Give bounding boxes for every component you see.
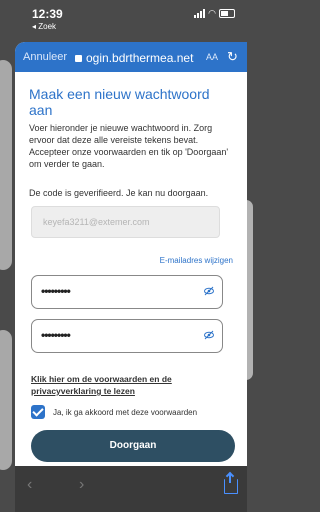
change-email-link[interactable]: E-mailadres wijzigen: [29, 256, 233, 265]
browser-toolbar: ‹ ›: [15, 466, 247, 512]
browser-navbar: Annuleer ogin.bdrthermea.net AA ↻: [15, 42, 247, 72]
password-value: •••••••••: [41, 284, 71, 298]
agree-checkbox[interactable]: [31, 405, 45, 419]
email-field: keyefa3211@extemer.com: [31, 206, 220, 238]
hide-password-icon[interactable]: [204, 286, 214, 296]
browser-sheet: Annuleer ogin.bdrthermea.net AA ↻ Maak e…: [15, 42, 247, 512]
background-app-card: [0, 60, 12, 270]
verification-message: De code is geverifieerd. Je kan nu doorg…: [29, 188, 209, 198]
signal-icon: [194, 9, 206, 18]
battery-icon: [219, 9, 235, 18]
page-content: Maak een nieuw wachtwoord aan Voer hiero…: [15, 86, 247, 419]
agree-row[interactable]: Ja, ik ga akkoord met deze voorwaarden: [31, 405, 233, 419]
back-icon[interactable]: ‹: [27, 476, 32, 494]
new-password-input[interactable]: •••••••••: [31, 275, 223, 309]
confirm-password-input[interactable]: •••••••••: [31, 319, 223, 353]
system-icons: ◠: [194, 8, 235, 19]
page-title: Maak een nieuw wachtwoord aan: [29, 86, 210, 118]
share-icon[interactable]: [224, 473, 238, 494]
wifi-icon: ◠: [208, 8, 216, 18]
intro-text: Voer hieronder je nieuwe wachtwoord in. …: [29, 123, 229, 169]
reload-icon[interactable]: ↻: [227, 49, 238, 65]
hide-password-icon[interactable]: [204, 330, 214, 340]
cancel-button[interactable]: Annuleer: [23, 51, 67, 63]
continue-button[interactable]: Doorgaan: [31, 430, 235, 462]
status-bar: 12:39 ◂ Zoek ◠: [0, 0, 247, 34]
confirm-password-value: •••••••••: [41, 328, 71, 342]
lock-icon: [75, 55, 82, 63]
agree-label: Ja, ik ga akkoord met deze voorwaarden: [53, 407, 198, 417]
status-time: 12:39: [32, 7, 63, 21]
url-bar[interactable]: ogin.bdrthermea.net: [75, 51, 193, 65]
back-to-app-link[interactable]: ◂ Zoek: [32, 22, 56, 31]
background-app-card: [0, 330, 12, 470]
terms-link[interactable]: Klik hier om de voorwaarden en de privac…: [31, 373, 233, 397]
reader-mode-button[interactable]: AA: [206, 52, 218, 62]
forward-icon[interactable]: ›: [79, 476, 84, 494]
url-text: ogin.bdrthermea.net: [86, 51, 194, 65]
